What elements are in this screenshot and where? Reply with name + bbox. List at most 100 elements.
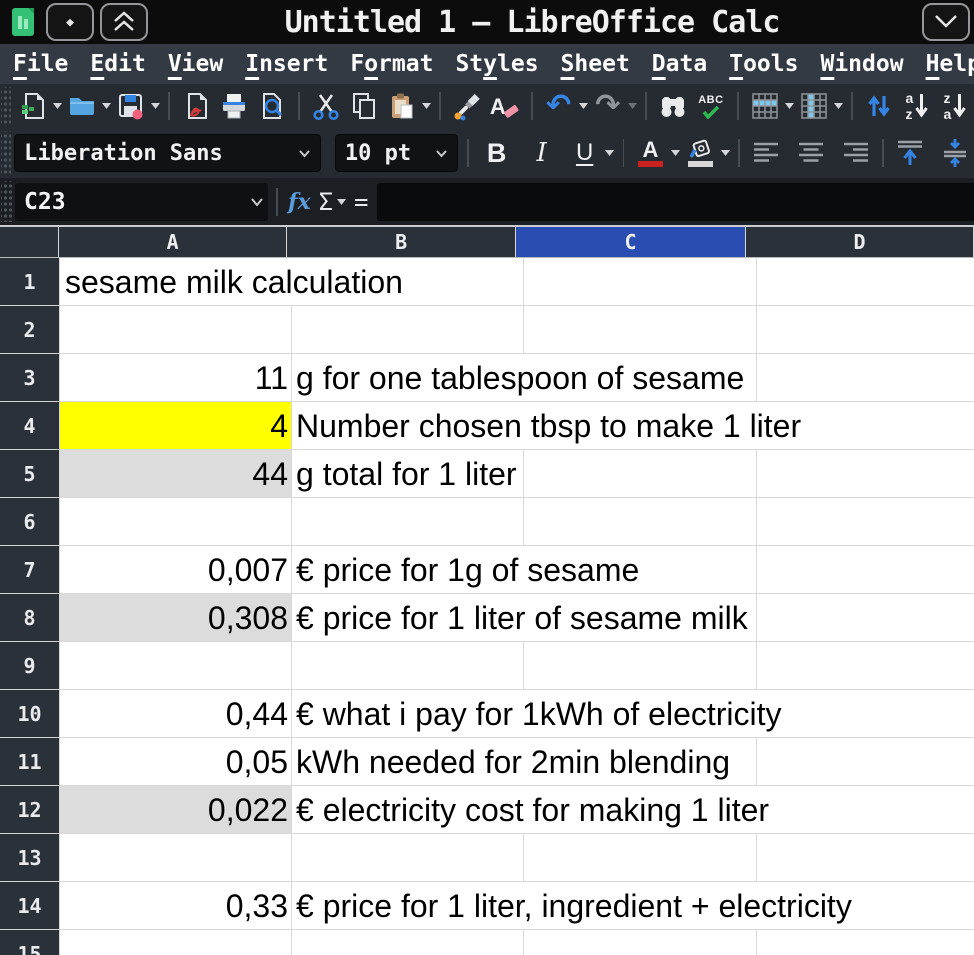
- row-header-15[interactable]: 15: [0, 930, 60, 955]
- menu-help[interactable]: Help: [915, 51, 974, 77]
- cell-D2[interactable]: [757, 306, 974, 353]
- cell-A4[interactable]: [60, 402, 291, 449]
- row-header-9[interactable]: 9: [0, 642, 60, 690]
- align-center-button[interactable]: [793, 134, 829, 172]
- paste-button[interactable]: [384, 87, 420, 125]
- underline-button[interactable]: U: [567, 134, 603, 172]
- sort-ascending-button[interactable]: a z: [899, 87, 935, 125]
- column-header-A[interactable]: A: [59, 227, 287, 257]
- menu-tools[interactable]: Tools: [718, 51, 809, 77]
- menu-edit[interactable]: Edit: [79, 51, 156, 77]
- row-header-1[interactable]: 1: [0, 258, 60, 306]
- row-header-12[interactable]: 12: [0, 786, 60, 834]
- cell-D1[interactable]: [757, 258, 974, 305]
- cell-C13[interactable]: [524, 834, 756, 881]
- menu-window[interactable]: Window: [809, 51, 914, 77]
- cell-D10[interactable]: [757, 690, 974, 737]
- font-color-button[interactable]: A: [632, 134, 668, 172]
- row-header-8[interactable]: 8: [0, 594, 60, 642]
- font-color-dropdown[interactable]: [669, 134, 681, 172]
- export-pdf-button[interactable]: [178, 87, 214, 125]
- cell-C1[interactable]: [524, 258, 756, 305]
- align-right-button[interactable]: [838, 134, 874, 172]
- column-dropdown[interactable]: [833, 87, 844, 125]
- sort-descending-button[interactable]: z a: [937, 87, 973, 125]
- cell-B13[interactable]: [292, 834, 523, 881]
- cell-B9[interactable]: [292, 642, 523, 689]
- new-document-button[interactable]: [15, 87, 51, 125]
- menu-insert[interactable]: Insert: [234, 51, 339, 77]
- cell-D11[interactable]: [757, 738, 974, 785]
- cell-D3[interactable]: [757, 354, 974, 401]
- column-header-C[interactable]: C: [516, 227, 746, 257]
- cell-B6[interactable]: [292, 498, 523, 545]
- cell-C9[interactable]: [524, 642, 756, 689]
- titlebar-chevrons-up-button[interactable]: [100, 3, 148, 41]
- cell-D13[interactable]: [757, 834, 974, 881]
- toolbar-drag-handle[interactable]: [1, 87, 11, 125]
- cell-A6[interactable]: [60, 498, 291, 545]
- formula-input[interactable]: [377, 183, 974, 221]
- row-header-14[interactable]: 14: [0, 882, 60, 930]
- font-name-combo[interactable]: Liberation Sans: [14, 134, 321, 172]
- print-preview-button[interactable]: [254, 87, 290, 125]
- paste-dropdown[interactable]: [421, 87, 432, 125]
- cell-D5[interactable]: [757, 450, 974, 497]
- cell-B2[interactable]: [292, 306, 523, 353]
- insert-column-button[interactable]: [796, 87, 832, 125]
- column-header-B[interactable]: B: [287, 227, 516, 257]
- formula-button[interactable]: =: [354, 188, 368, 216]
- clear-formatting-button[interactable]: A: [487, 87, 523, 125]
- menu-format[interactable]: Format: [339, 51, 444, 77]
- redo-dropdown[interactable]: [627, 87, 638, 125]
- cell-D15[interactable]: [757, 930, 974, 955]
- cell-A15[interactable]: [60, 930, 291, 955]
- save-button[interactable]: [113, 87, 149, 125]
- sort-button[interactable]: [861, 87, 897, 125]
- underline-dropdown[interactable]: [604, 134, 616, 172]
- undo-button[interactable]: ↶: [541, 87, 577, 125]
- menu-styles[interactable]: Styles: [444, 51, 549, 77]
- cell-D6[interactable]: [757, 498, 974, 545]
- align-top-button[interactable]: [892, 134, 928, 172]
- row-header-13[interactable]: 13: [0, 834, 60, 882]
- cut-button[interactable]: [308, 87, 344, 125]
- name-box[interactable]: C23: [15, 183, 268, 221]
- row-header-4[interactable]: 4: [0, 402, 60, 450]
- row-header-11[interactable]: 11: [0, 738, 60, 786]
- autosum-dropdown[interactable]: [335, 199, 348, 205]
- open-dropdown[interactable]: [101, 87, 112, 125]
- italic-button[interactable]: I: [524, 134, 560, 172]
- cell-B15[interactable]: [292, 930, 523, 955]
- highlight-color-dropdown[interactable]: [719, 134, 731, 172]
- cell-A2[interactable]: [60, 306, 291, 353]
- insert-row-button[interactable]: [747, 87, 783, 125]
- find-replace-button[interactable]: [655, 87, 691, 125]
- select-all-corner[interactable]: [0, 227, 59, 257]
- cell-D12[interactable]: [757, 786, 974, 833]
- row-header-6[interactable]: 6: [0, 498, 60, 546]
- toolbar-drag-handle[interactable]: [1, 131, 11, 175]
- cell-A13[interactable]: [60, 834, 291, 881]
- menu-file[interactable]: File: [2, 51, 79, 77]
- autosum-button[interactable]: Σ: [319, 188, 333, 216]
- cell-D7[interactable]: [757, 546, 974, 593]
- save-dropdown[interactable]: [150, 87, 161, 125]
- titlebar-diamond-button[interactable]: ◆: [46, 3, 94, 41]
- toolbar-drag-handle[interactable]: [1, 181, 12, 222]
- cell-C5[interactable]: [524, 450, 756, 497]
- menu-view[interactable]: View: [157, 51, 234, 77]
- copy-button[interactable]: [346, 87, 382, 125]
- highlight-color-button[interactable]: [682, 134, 718, 172]
- cell-C6[interactable]: [524, 498, 756, 545]
- cell-A9[interactable]: [60, 642, 291, 689]
- center-vertically-button[interactable]: [937, 134, 973, 172]
- column-header-D[interactable]: D: [746, 227, 974, 257]
- row-header-3[interactable]: 3: [0, 354, 60, 402]
- cell-D9[interactable]: [757, 642, 974, 689]
- function-wizard-button[interactable]: fx: [288, 189, 311, 215]
- row-dropdown[interactable]: [784, 87, 795, 125]
- row-header-10[interactable]: 10: [0, 690, 60, 738]
- cell-C15[interactable]: [524, 930, 756, 955]
- undo-dropdown[interactable]: [578, 87, 589, 125]
